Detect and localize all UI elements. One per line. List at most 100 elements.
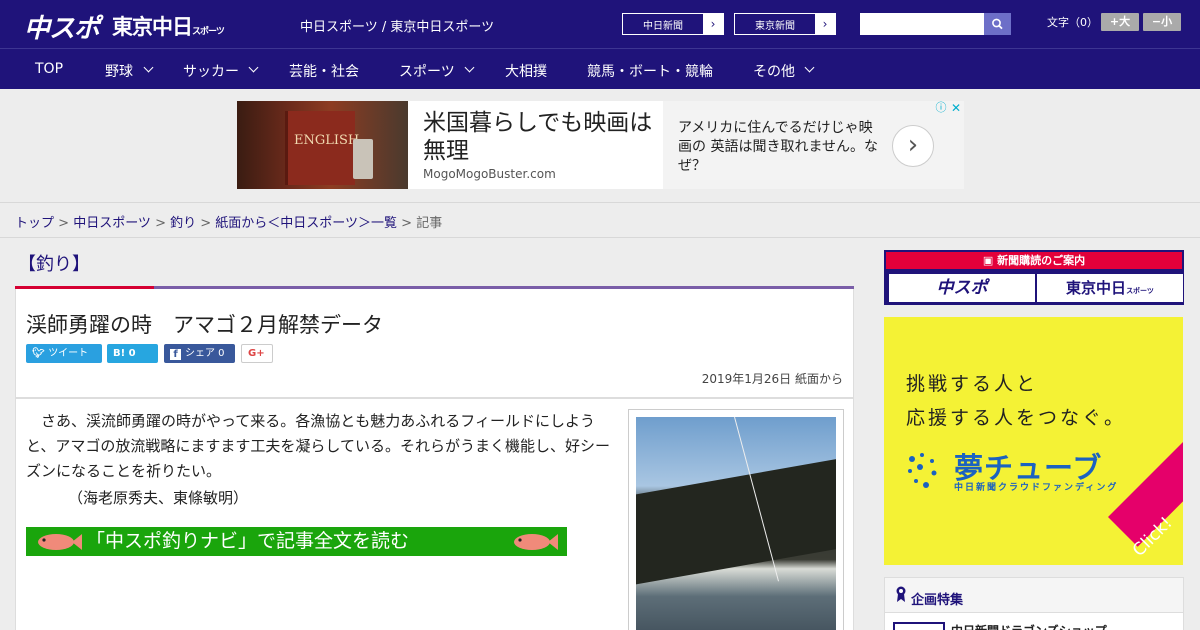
yume-tube-subtitle: 中日新聞クラウドファンディング	[954, 483, 1119, 493]
search-button[interactable]	[984, 13, 1011, 35]
tokyo-logo-small: スポーツ	[192, 27, 225, 37]
twitter-icon: 🐦︎	[32, 348, 49, 359]
yume-tagline-1: 挑戦する人と	[906, 373, 1039, 395]
nav-item-top[interactable]: TOP	[35, 61, 63, 77]
breadcrumb-sep: >	[150, 216, 171, 231]
nav-label: 野球	[105, 64, 133, 80]
subscription-heading: ▣ 新聞購読のご案内	[886, 252, 1182, 269]
chunichi-shimbun-label: 中日新聞	[643, 21, 683, 32]
tokyo-shimbun-link[interactable]: 東京新聞 ›	[734, 13, 836, 35]
search-icon	[992, 18, 1003, 30]
breadcrumb-top[interactable]: トップ	[15, 216, 54, 231]
read-full-article-banner[interactable]: 「中スポ釣りナビ」で記事全文を読む	[26, 527, 567, 556]
main-nav: TOP 野球 サッカー 芸能・社会 スポーツ 大相撲 競馬・ボート・競輪 その他	[0, 48, 1200, 89]
nav-item-sumo[interactable]: 大相撲	[505, 61, 547, 81]
ad-body-panel: アメリカに住んでるだけじゃ映画の 英語は聞き取れません。なぜ？ ›	[663, 101, 964, 189]
site-header: 中スポ 東京中日スポーツ 中日スポーツ / 東京中日スポーツ 中日新聞 › 東京…	[0, 0, 1200, 48]
chevron-down-icon	[804, 62, 815, 73]
newspaper-icon: ▣	[982, 254, 998, 267]
tweet-label: ツイート	[48, 348, 89, 359]
publish-date: 2019年1月26日 紙面から	[701, 372, 843, 386]
breadcrumb-sep: >	[54, 216, 74, 231]
google-plus-button[interactable]: G+	[241, 344, 273, 363]
nav-item-racing[interactable]: 競馬・ボート・競輪	[587, 61, 713, 81]
article-body: さあ、渓流師勇躍の時がやって来る。各漁協とも魅力あふれるフィールドにしようと、ア…	[15, 398, 854, 630]
ad-next-button[interactable]: ›	[892, 125, 934, 167]
chevron-right-icon: ›	[815, 14, 835, 34]
nav-label: スポーツ	[399, 64, 455, 80]
subscription-heading-text: 新聞購読のご案内	[997, 254, 1086, 267]
nav-label: その他	[753, 64, 795, 80]
article-lead: さあ、渓流師勇躍の時がやって来る。各漁協とも魅力あふれるフィールドにしようと、ア…	[26, 412, 610, 480]
nav-item-entertainment[interactable]: 芸能・社会	[289, 61, 359, 81]
ad-banner[interactable]: ENGLISH 米国暮らしでも映画は無理 MogoMogoBuster.com …	[237, 101, 964, 189]
ad-image: ENGLISH	[237, 101, 408, 189]
feature-thumbnail[interactable]	[893, 622, 945, 630]
facebook-icon: f	[170, 349, 181, 360]
article-photo-frame[interactable]	[628, 409, 844, 630]
facebook-share-label: シェア 0	[185, 348, 225, 359]
feature-title: 企画特集	[911, 593, 964, 608]
font-size-label: 文字（0）	[1047, 16, 1098, 29]
article-byline: （海老原秀夫、東條敏明）	[68, 489, 249, 507]
hatena-bookmark-button[interactable]: B! 0	[107, 344, 158, 363]
nav-item-soccer[interactable]: サッカー	[183, 61, 259, 81]
tokyo-shimbun-label: 東京新聞	[755, 21, 795, 32]
nav-label: 芸能・社会	[289, 64, 359, 80]
subscribe-tokyo-label: 東京中日	[1066, 279, 1127, 297]
font-smaller-button[interactable]: −小	[1143, 13, 1181, 31]
ad-close-icon[interactable]: ✕	[949, 101, 963, 115]
search-input[interactable]	[860, 13, 984, 35]
breadcrumb-current: 記事	[416, 216, 443, 231]
breadcrumb-sep: >	[196, 216, 216, 231]
nav-item-sports[interactable]: スポーツ	[399, 61, 475, 81]
feature-header: 企画特集	[885, 578, 1183, 613]
chuspo-logo[interactable]: 中スポ	[24, 8, 100, 45]
ad-image-text: ENGLISH	[294, 133, 360, 148]
ad-headline: 米国暮らしでも映画は無理	[423, 110, 653, 164]
subscribe-tokyo-button[interactable]: 東京中日スポーツ	[1037, 274, 1183, 302]
chunichi-shimbun-link[interactable]: 中日新聞 ›	[622, 13, 724, 35]
yume-tagline-2: 応援する人をつなぐ。	[906, 407, 1127, 429]
yume-dots-icon	[908, 453, 937, 488]
article-title: 渓師勇躍の時 アマゴ２月解禁データ	[26, 313, 383, 337]
tokyo-chunichi-logo[interactable]: 東京中日スポーツ	[112, 11, 225, 41]
subscribe-tokyo-small: スポーツ	[1126, 287, 1154, 295]
sea-bream-icon	[38, 534, 82, 550]
breadcrumb-chuspo[interactable]: 中日スポーツ	[73, 216, 151, 231]
chevron-down-icon	[143, 62, 154, 73]
category-label: 【釣り】	[18, 254, 90, 275]
feature-box: 企画特集 中日新聞ドラゴンズショップ	[884, 577, 1184, 630]
breadcrumb-list[interactable]: 紙面から＜中日スポーツ＞一覧	[215, 216, 397, 231]
ad-info-icon[interactable]: ⓘ	[934, 101, 948, 115]
feature-item-link[interactable]: 中日新聞ドラゴンズショップ	[951, 622, 1107, 630]
nav-item-other[interactable]: その他	[753, 61, 815, 81]
article-photo	[636, 417, 836, 630]
breadcrumb: トップ > 中日スポーツ > 釣り > 紙面から＜中日スポーツ＞一覧 > 記事	[15, 212, 442, 231]
nav-label: サッカー	[183, 64, 239, 80]
subscribe-chuspo-button[interactable]: 中スポ	[889, 274, 1035, 302]
chevron-right-icon: ›	[703, 14, 723, 34]
chevron-down-icon	[248, 62, 259, 73]
tweet-button[interactable]: 🐦︎ ツイート	[26, 344, 102, 363]
article-header: 渓師勇躍の時 アマゴ２月解禁データ 🐦︎ ツイート B! 0 f シェア 0 G+…	[15, 289, 854, 398]
sea-bream-icon	[514, 534, 558, 550]
read-full-article-label: 「中スポ釣りナビ」で記事全文を読む	[86, 530, 410, 552]
tokyo-logo-text: 東京中日	[112, 15, 193, 39]
nav-label: 競馬・ボート・競輪	[587, 64, 713, 80]
breadcrumb-sep: >	[397, 216, 417, 231]
breadcrumb-fishing[interactable]: 釣り	[170, 216, 196, 231]
nav-item-baseball[interactable]: 野球	[105, 61, 154, 81]
font-larger-button[interactable]: +大	[1101, 13, 1139, 31]
facebook-share-button[interactable]: f シェア 0	[164, 344, 235, 363]
ad-body: アメリカに住んでるだけじゃ映画の 英語は聞き取れません。なぜ？	[678, 120, 879, 174]
subscription-box: ▣ 新聞購読のご案内 中スポ 東京中日スポーツ	[884, 250, 1184, 305]
photo-mountain	[636, 452, 836, 588]
ad-book: ENGLISH	[285, 111, 359, 185]
yume-tube-banner[interactable]: 挑戦する人と 応援する人をつなぐ。 夢チューブ 中日新聞クラウドファンディング …	[884, 317, 1183, 565]
ad-domain: MogoMogoBuster.com	[423, 167, 556, 181]
ribbon-icon	[896, 586, 906, 602]
site-name: 中日スポーツ / 東京中日スポーツ	[300, 20, 495, 35]
chevron-down-icon	[464, 62, 475, 73]
breadcrumb-bar: トップ > 中日スポーツ > 釣り > 紙面から＜中日スポーツ＞一覧 > 記事	[0, 202, 1200, 238]
